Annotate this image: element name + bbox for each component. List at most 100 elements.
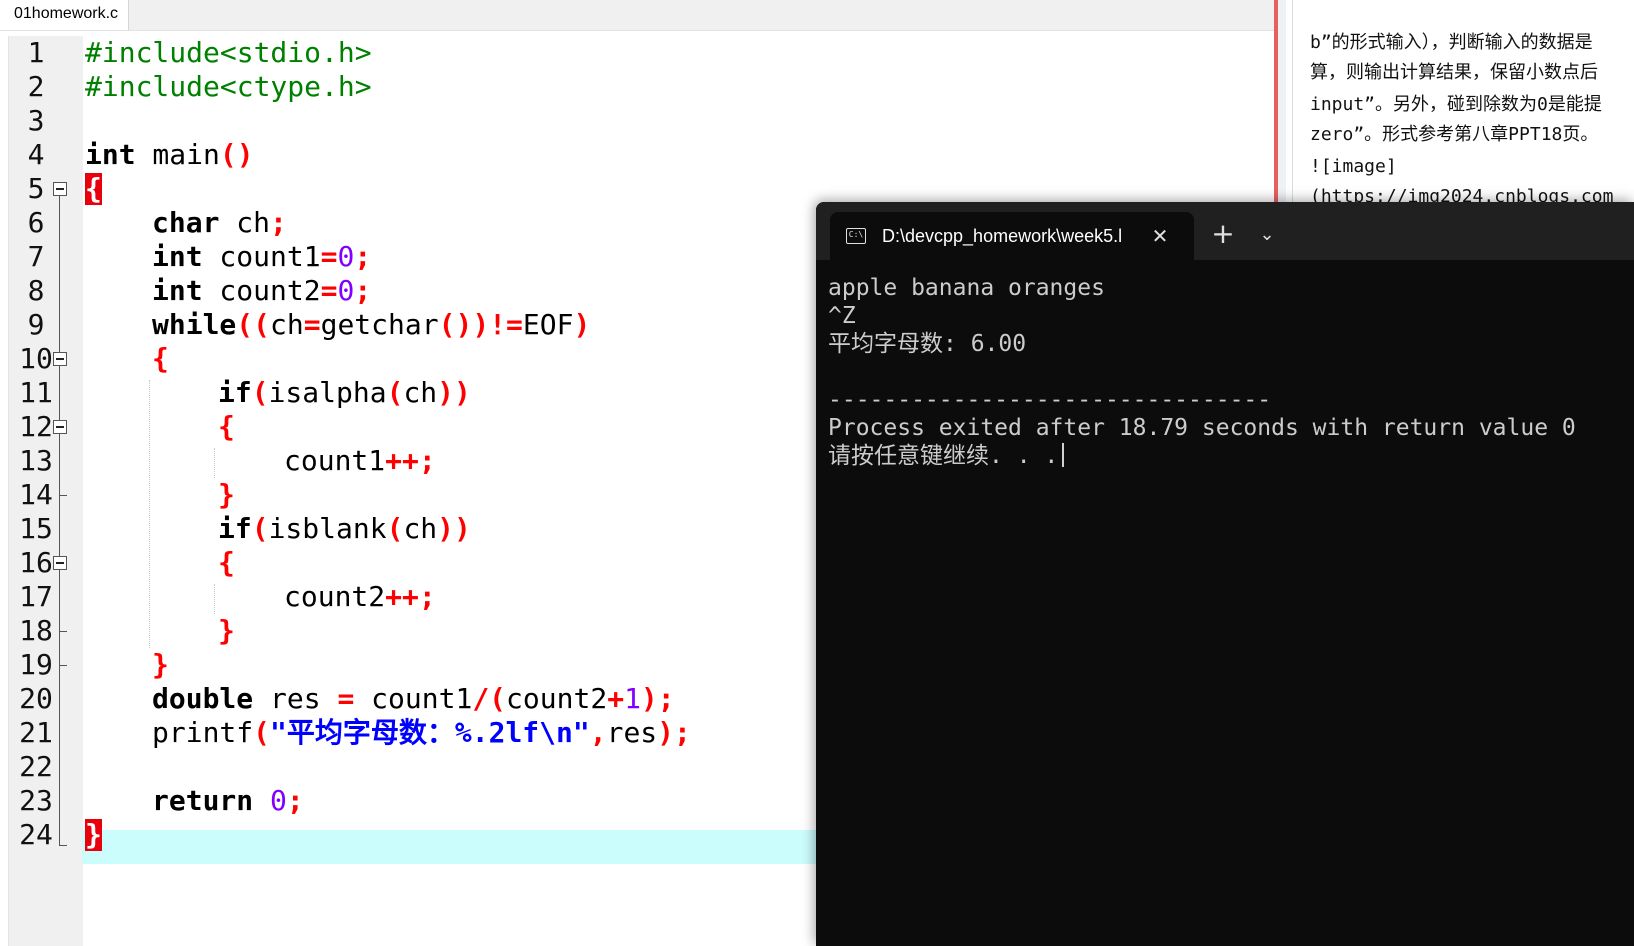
line-number: 3 xyxy=(27,104,45,137)
chevron-down-icon[interactable]: ⌄ xyxy=(1252,220,1282,250)
preprocessor: #include<stdio.h> xyxy=(85,36,372,69)
terminal-window[interactable]: C:\ D:\devcpp_homework\week5.l ✕ + ⌄ app… xyxy=(816,202,1634,946)
keyword: int xyxy=(152,274,203,307)
line-number: 14 xyxy=(19,478,53,511)
code-line-16: { xyxy=(218,546,235,580)
new-tab-icon[interactable]: + xyxy=(1208,220,1238,250)
identifier: count2 xyxy=(202,274,321,307)
code-line-5: { xyxy=(85,172,102,206)
identifier: ch xyxy=(219,206,271,239)
code-line-9: while((ch=getchar())!=EOF) xyxy=(152,308,590,342)
symbol: ( xyxy=(386,376,404,409)
indent-guide xyxy=(149,380,150,648)
symbol: = xyxy=(303,308,321,341)
code-line-2: #include<ctype.h> xyxy=(85,70,372,104)
line-number: 24 xyxy=(19,818,53,851)
identifier: isblank xyxy=(268,512,387,545)
fold-toggle[interactable] xyxy=(53,420,67,434)
brace: } xyxy=(218,478,235,511)
line-number: 9 xyxy=(27,308,45,341)
line-number: 8 xyxy=(27,274,45,307)
preprocessor: #include<ctype.h> xyxy=(85,70,372,103)
doc-text-line: b”的形式输入），判断输入的数据是 xyxy=(1310,32,1593,53)
identifier: getchar xyxy=(320,308,439,341)
identifier: printf xyxy=(152,716,254,749)
fold-end xyxy=(59,631,67,632)
fold-toggle[interactable] xyxy=(53,556,67,570)
line-number: 6 xyxy=(27,206,45,239)
symbol: ; xyxy=(354,240,372,273)
code-line-10: { xyxy=(152,342,169,376)
symbol: )) xyxy=(437,512,471,545)
line-number: 20 xyxy=(19,682,53,715)
symbol: ) xyxy=(573,308,591,341)
fold-end xyxy=(59,845,67,846)
symbol: )) xyxy=(437,376,471,409)
terminal-output-line: apple banana oranges xyxy=(828,275,1105,301)
symbol: = xyxy=(337,682,355,715)
doc-text-line: 算，则输出计算结果，保留小数点后 xyxy=(1310,62,1598,83)
identifier: count2 xyxy=(284,580,386,613)
doc-text-line: ![image] xyxy=(1310,156,1397,177)
line-number: 7 xyxy=(27,240,45,273)
keyword: double xyxy=(152,682,254,715)
symbol: = xyxy=(320,274,338,307)
line-number: 1 xyxy=(27,36,45,69)
line-number: 21 xyxy=(19,716,53,749)
number: 0 xyxy=(337,274,355,307)
line-number: 18 xyxy=(19,614,53,647)
fold-toggle[interactable] xyxy=(53,352,67,366)
code-line-12: { xyxy=(218,410,235,444)
terminal-titlebar[interactable]: C:\ D:\devcpp_homework\week5.l ✕ + ⌄ xyxy=(816,202,1634,260)
terminal-prompt-line: 请按任意键继续. . . xyxy=(828,442,1065,470)
identifier: ch xyxy=(270,308,304,341)
doc-text-line: input”。另外，碰到除数为0是能提 xyxy=(1310,94,1602,115)
file-tab[interactable]: 01homework.c xyxy=(0,0,130,30)
terminal-output-line: Process exited after 18.79 seconds with … xyxy=(828,415,1576,441)
brace: { xyxy=(218,410,235,443)
code-line-17: count2++; xyxy=(284,580,436,614)
number: 1 xyxy=(624,682,641,715)
matched-brace: } xyxy=(85,818,102,851)
keyword: char xyxy=(152,206,220,239)
line-number: 13 xyxy=(19,444,53,477)
code-line-15: if(isblank(ch)) xyxy=(218,512,471,546)
line-number: 15 xyxy=(19,512,53,545)
brace: } xyxy=(218,614,235,647)
identifier: count1 xyxy=(354,682,473,715)
symbol: ( xyxy=(251,376,269,409)
identifier: count2 xyxy=(506,682,608,715)
keyword: if xyxy=(218,512,252,545)
number: 0 xyxy=(270,784,287,817)
string-literal: "平均字母数：%.2lf\n" xyxy=(270,716,590,749)
symbol: ; xyxy=(354,274,372,307)
symbol: + xyxy=(607,682,625,715)
doc-text-line: zero”。形式参考第八章PPT18页。 xyxy=(1310,124,1599,145)
terminal-output-line: 平均字母数: 6.00 xyxy=(828,331,1027,357)
fold-end xyxy=(59,665,67,666)
symbol: , xyxy=(589,716,607,749)
symbol: /( xyxy=(472,682,507,715)
identifier: count1 xyxy=(202,240,321,273)
terminal-tab[interactable]: C:\ D:\devcpp_homework\week5.l ✕ xyxy=(830,212,1194,260)
terminal-tab-title: D:\devcpp_homework\week5.l xyxy=(882,226,1123,246)
symbol: ++; xyxy=(385,444,436,477)
code-line-8: int count2=0; xyxy=(152,274,371,308)
symbol: ); xyxy=(657,716,691,749)
code-line-6: char ch; xyxy=(152,206,287,240)
editor-tab-bar: 01homework.c xyxy=(0,0,1278,31)
keyword: int xyxy=(85,138,136,171)
code-line-21: printf("平均字母数：%.2lf\n",res); xyxy=(152,716,691,750)
brace: { xyxy=(152,342,169,375)
close-tab-icon[interactable]: ✕ xyxy=(1148,222,1172,250)
keyword: while xyxy=(152,308,237,341)
fold-toggle[interactable] xyxy=(53,182,67,196)
identifier: isalpha xyxy=(268,376,387,409)
symbol: () xyxy=(219,138,254,171)
brace: } xyxy=(152,648,169,681)
code-line-18: } xyxy=(218,614,235,648)
identifier: count1 xyxy=(284,444,386,477)
line-number: 17 xyxy=(19,580,53,613)
code-line-4: int main() xyxy=(85,138,254,172)
symbol: ++; xyxy=(385,580,436,613)
